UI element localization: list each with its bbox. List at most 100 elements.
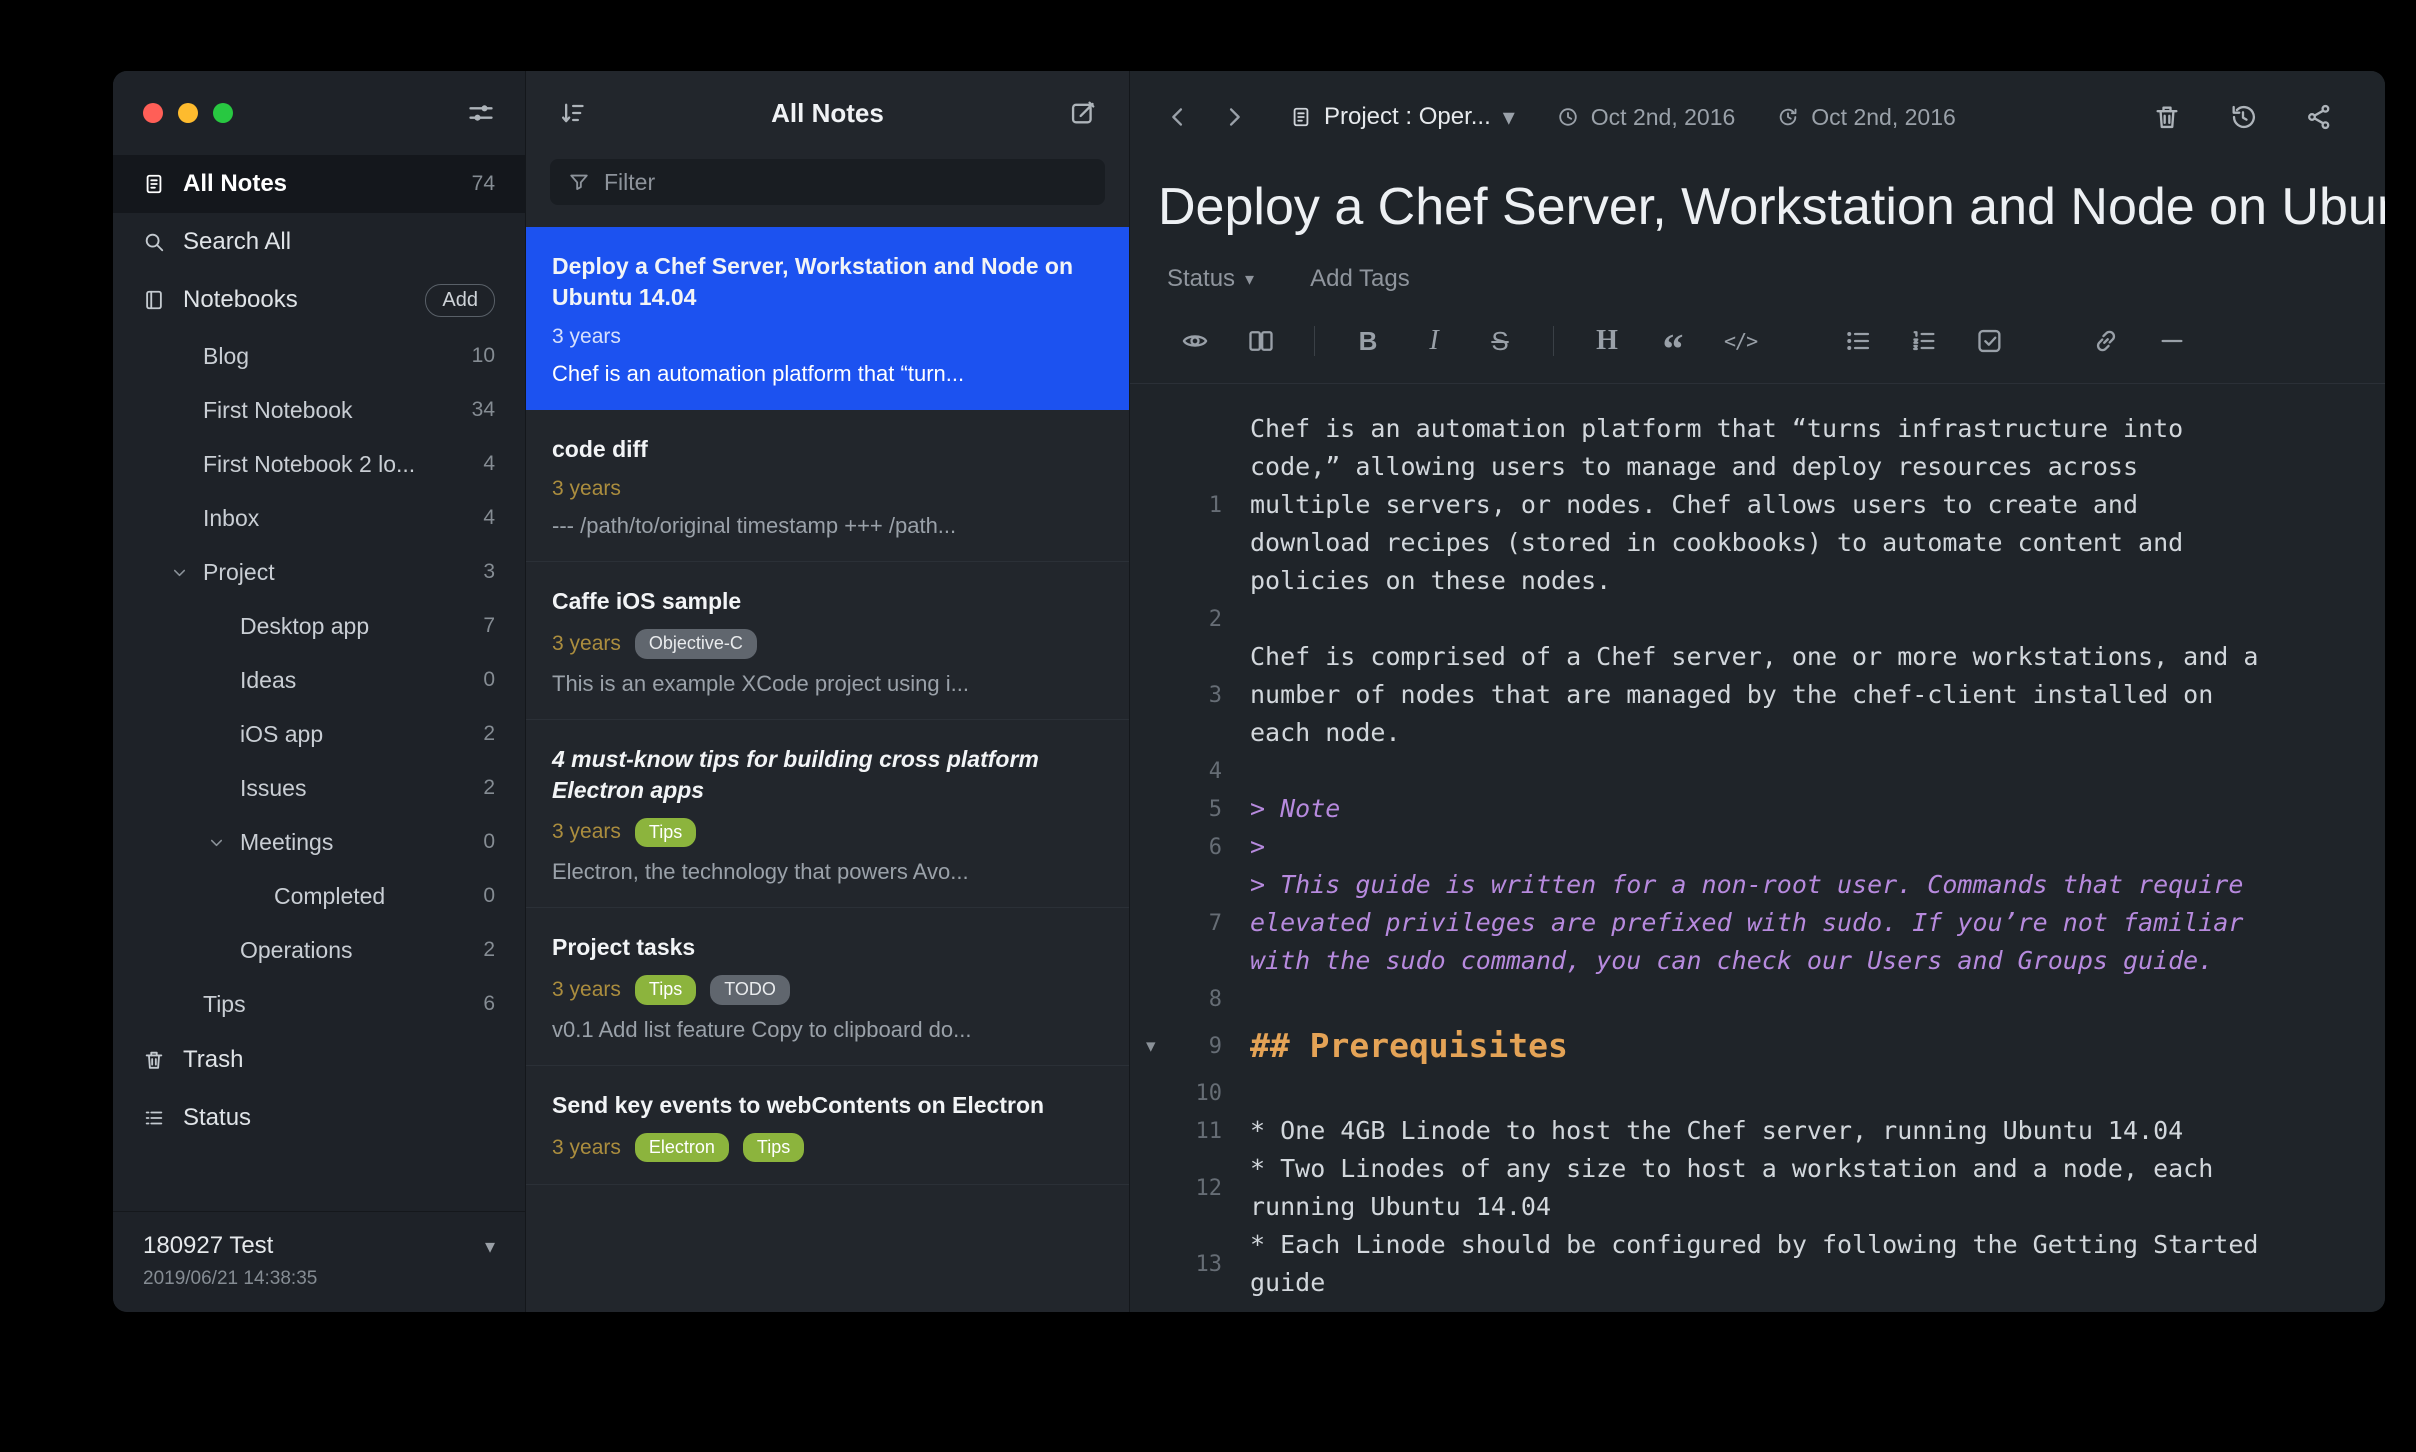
notebook-item-meetings[interactable]: Meetings 0 — [113, 815, 525, 869]
chevron-down-icon[interactable]: ▾ — [485, 1234, 495, 1259]
minimize-window-button[interactable] — [178, 103, 198, 123]
sort-descending-icon[interactable] — [558, 99, 586, 127]
note-count: 0 — [483, 668, 495, 692]
link-icon[interactable] — [2091, 325, 2121, 357]
fold-caret-icon[interactable]: ▾ — [1146, 1035, 1156, 1058]
note-list-item[interactable]: Deploy a Chef Server, Workstation and No… — [526, 227, 1129, 410]
editor-line-text[interactable]: Chef is an automation platform that “tur… — [1250, 410, 2258, 600]
history-icon[interactable] — [2229, 103, 2257, 131]
note-tag[interactable]: Tips — [743, 1133, 804, 1163]
sidebar-item-notebooks[interactable]: Notebooks Add — [113, 271, 525, 329]
sidebar-item-status[interactable]: Status — [113, 1089, 525, 1147]
note-age: 3 years — [552, 325, 621, 349]
strikethrough-button[interactable]: S — [1485, 325, 1515, 357]
editor-line-text[interactable]: ## Prerequisites — [1250, 1018, 1568, 1074]
split-view-icon[interactable] — [1246, 325, 1276, 357]
editor-line-text[interactable]: * Two Linodes of any size to host a work… — [1250, 1150, 2258, 1226]
notebook-item-issues[interactable]: Issues 2 — [113, 761, 525, 815]
back-chevron-icon[interactable] — [1164, 103, 1192, 131]
note-list-item[interactable]: 4 must-know tips for building cross plat… — [526, 720, 1129, 909]
forward-chevron-icon[interactable] — [1220, 103, 1248, 131]
notebook-item-tips[interactable]: Tips 6 — [113, 977, 525, 1031]
bullet-list-icon[interactable] — [1843, 325, 1873, 357]
note-count: 3 — [483, 560, 495, 584]
note-tag[interactable]: Electron — [635, 1133, 729, 1163]
notebook-label: Blog — [203, 343, 249, 370]
notebook-item-completed[interactable]: Completed 0 — [113, 869, 525, 923]
status-dropdown[interactable]: Status ▾ — [1167, 265, 1254, 293]
note-tag[interactable]: Tips — [635, 975, 696, 1005]
clock-created-icon — [1557, 106, 1579, 128]
note-count: 7 — [483, 614, 495, 638]
task-list-icon[interactable] — [1975, 325, 2005, 357]
note-count: 4 — [483, 452, 495, 476]
sidebar-item-all-notes[interactable]: All Notes 74 — [113, 155, 525, 213]
line-number: 12 — [1196, 1176, 1223, 1201]
editor-line-text[interactable]: Chef is comprised of a Chef server, one … — [1250, 638, 2258, 752]
search-icon — [143, 231, 165, 253]
notebook-item-ideas[interactable]: Ideas 0 — [113, 653, 525, 707]
sidebar-item-trash[interactable]: Trash — [113, 1031, 525, 1089]
editor-line-text[interactable]: > This guide is written for a non-root u… — [1250, 866, 2258, 980]
notebook-icon — [143, 289, 165, 311]
zoom-window-button[interactable] — [213, 103, 233, 123]
new-note-icon[interactable] — [1069, 99, 1097, 127]
share-icon[interactable] — [2305, 103, 2333, 131]
blockquote-button[interactable]: “ — [1658, 325, 1688, 357]
note-count: 2 — [483, 776, 495, 800]
filter-bar — [526, 155, 1129, 227]
notebook-label: Inbox — [203, 505, 259, 532]
notebook-item-ios-app[interactable]: iOS app 2 — [113, 707, 525, 761]
note-list-item[interactable]: Project tasks 3 years Tips TODO v0.1 Add… — [526, 908, 1129, 1066]
add-tags-button[interactable]: Add Tags — [1310, 265, 1410, 293]
notebook-item-first-notebook-2[interactable]: First Notebook 2 lo... 4 — [113, 437, 525, 491]
sidebar-item-label: All Notes — [183, 170, 287, 198]
note-title-heading[interactable]: Deploy a Chef Server, Workstation and No… — [1130, 163, 2385, 237]
trash-icon[interactable] — [2153, 103, 2181, 131]
created-date-group: Oct 2nd, 2016 — [1557, 104, 1736, 131]
note-tag[interactable]: Objective-C — [635, 629, 757, 659]
sidebar-item-search-all[interactable]: Search All — [113, 213, 525, 271]
code-button[interactable]: </> — [1724, 325, 1757, 357]
horizontal-rule-icon[interactable] — [2157, 325, 2187, 357]
storage-footer[interactable]: 180927 Test ▾ 2019/06/21 14:38:35 — [113, 1211, 525, 1312]
heading-button[interactable]: H — [1592, 325, 1622, 357]
notebook-label: iOS app — [240, 721, 323, 748]
editor-line-text[interactable]: * Each Linode should be configured by fo… — [1250, 1226, 2258, 1302]
note-tag[interactable]: Tips — [635, 818, 696, 848]
notebook-item-project[interactable]: Project 3 — [113, 545, 525, 599]
editor-line-text[interactable]: * One 4GB Linode to host the Chef server… — [1250, 1112, 2183, 1150]
bold-button[interactable]: B — [1353, 325, 1383, 357]
note-list-item[interactable]: Caffe iOS sample 3 years Objective-C Thi… — [526, 562, 1129, 720]
updated-date-group: Oct 2nd, 2016 — [1777, 104, 1956, 131]
editor-line-text[interactable]: > Note — [1250, 790, 1340, 828]
ordered-list-icon[interactable] — [1909, 325, 1939, 357]
filter-input[interactable] — [604, 169, 1087, 196]
note-tag[interactable]: TODO — [710, 975, 790, 1005]
close-window-button[interactable] — [143, 103, 163, 123]
notebook-item-inbox[interactable]: Inbox 4 — [113, 491, 525, 545]
filter-box — [550, 159, 1105, 205]
notebook-item-blog[interactable]: Blog 10 — [113, 329, 525, 383]
clock-updated-icon — [1777, 106, 1799, 128]
note-list[interactable]: Deploy a Chef Server, Workstation and No… — [526, 227, 1129, 1312]
notebook-selector[interactable]: Project : Oper... ▾ — [1290, 103, 1515, 132]
preferences-icon[interactable] — [467, 99, 495, 127]
chevron-down-icon[interactable] — [155, 563, 203, 582]
line-number: 11 — [1196, 1119, 1223, 1144]
notebook-selector-label: Project : Oper... — [1324, 103, 1491, 131]
italic-button[interactable]: I — [1419, 325, 1449, 357]
notebook-item-operations[interactable]: Operations 2 — [113, 923, 525, 977]
eye-icon[interactable] — [1180, 325, 1210, 357]
editor-line-text[interactable]: > — [1250, 828, 1265, 866]
storage-name: 180927 Test — [143, 1232, 273, 1260]
note-list-item[interactable]: code diff 3 years --- /path/to/original … — [526, 410, 1129, 562]
notebook-item-desktop-app[interactable]: Desktop app 7 — [113, 599, 525, 653]
chevron-down-icon[interactable] — [192, 833, 240, 852]
markdown-editor[interactable]: 1 Chef is an automation platform that “t… — [1130, 384, 2385, 1312]
note-list-item[interactable]: Send key events to webContents on Electr… — [526, 1066, 1129, 1186]
sidebar-item-label: Status — [183, 1104, 251, 1132]
add-notebook-button[interactable]: Add — [425, 284, 495, 317]
notebook-item-first-notebook[interactable]: First Notebook 34 — [113, 383, 525, 437]
line-number: 10 — [1196, 1081, 1223, 1106]
